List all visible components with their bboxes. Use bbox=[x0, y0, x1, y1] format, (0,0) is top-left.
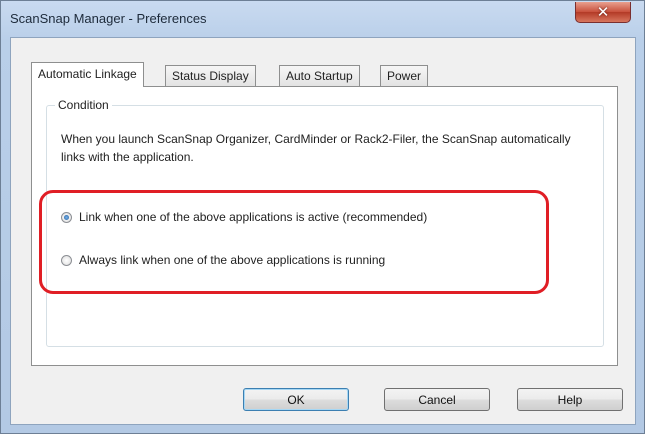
ok-button[interactable]: OK bbox=[243, 388, 349, 411]
tab-status-display[interactable]: Status Display bbox=[165, 65, 256, 86]
cancel-button[interactable]: Cancel bbox=[384, 388, 490, 411]
annotation-highlight-box bbox=[39, 190, 549, 294]
tab-auto-startup[interactable]: Auto Startup bbox=[279, 65, 360, 86]
tab-power[interactable]: Power bbox=[380, 65, 429, 86]
preferences-window: ScanSnap Manager - Preferences ✕ Automat… bbox=[0, 0, 645, 434]
help-button[interactable]: Help bbox=[517, 388, 623, 411]
condition-legend: Condition bbox=[55, 98, 112, 112]
tab-automatic-linkage[interactable]: Automatic Linkage bbox=[31, 62, 144, 87]
condition-description: When you launch ScanSnap Organizer, Card… bbox=[61, 132, 571, 164]
close-button[interactable]: ✕ bbox=[575, 2, 631, 23]
window-title: ScanSnap Manager - Preferences bbox=[10, 11, 207, 26]
title-bar[interactable]: ScanSnap Manager - Preferences ✕ bbox=[1, 1, 644, 37]
close-icon: ✕ bbox=[596, 4, 610, 21]
